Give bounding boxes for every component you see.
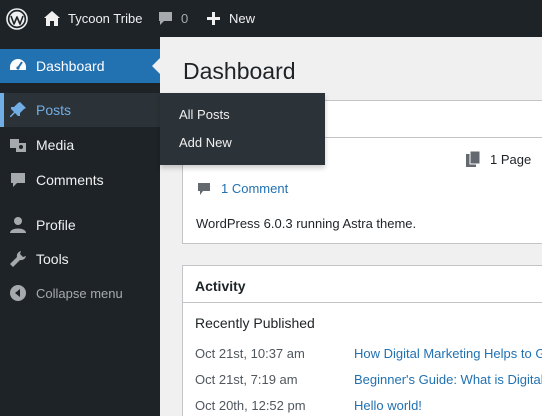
post-title-link[interactable]: How Digital Marketing Helps to G [354,346,542,361]
recently-published-heading: Recently Published [195,315,315,331]
admin-sidebar: Dashboard Posts Media Comments Profile T… [0,37,160,416]
wordpress-logo-button[interactable] [6,0,30,37]
sidebar-item-profile[interactable]: Profile [0,208,160,242]
post-title-link[interactable]: Beginner's Guide: What is Digital [354,372,542,387]
admin-bar: Tycoon Tribe 0 New [0,0,542,37]
page-title: Dashboard [183,58,296,84]
plus-icon [207,12,220,25]
comment-bubble-icon [158,11,173,26]
post-title-link[interactable]: Hello world! [354,398,422,413]
wordpress-logo-icon [6,7,28,30]
home-icon [44,11,60,26]
new-content-button[interactable]: New [207,0,255,37]
user-icon [8,216,28,234]
comments-count-label: 1 Comment [221,181,289,196]
media-icon [8,136,28,154]
site-name-link[interactable]: Tycoon Tribe [44,0,142,37]
wrench-icon [8,250,28,268]
publish-date: Oct 21st, 7:19 am [195,372,298,387]
wordpress-version-text: WordPress 6.0.3 running Astra theme. [196,216,417,231]
sidebar-item-label: Tools [36,251,69,267]
new-label: New [229,11,256,26]
collapse-icon [8,285,28,301]
pages-icon [466,151,480,167]
sidebar-item-tools[interactable]: Tools [0,242,160,276]
publish-date: Oct 20th, 12:52 pm [195,398,306,413]
activity-widget: Activity Recently Published Oct 21st, 10… [182,265,542,416]
pages-count-link[interactable]: 1 Page [466,151,531,167]
sidebar-item-label: Posts [36,102,72,118]
comment-icon [8,171,28,189]
sidebar-item-label: Comments [36,172,104,188]
dashboard-icon [8,57,28,75]
widget-header-divider [183,302,542,303]
submenu-all-posts[interactable]: All Posts [179,107,230,122]
list-item: Oct 21st, 7:19 am Beginner's Guide: What… [195,372,542,390]
comment-icon [197,182,211,196]
sidebar-item-label: Dashboard [36,58,105,74]
sidebar-item-label: Collapse menu [36,285,123,301]
submenu-add-new[interactable]: Add New [179,135,232,150]
comments-count: 0 [181,11,189,26]
activity-title: Activity [195,278,246,294]
sidebar-item-dashboard[interactable]: Dashboard [0,49,160,83]
pages-count-label: 1 Page [490,151,532,167]
list-item: Oct 20th, 12:52 pm Hello world! [195,398,542,416]
list-item: Oct 21st, 10:37 am How Digital Marketing… [195,346,542,364]
publish-date: Oct 21st, 10:37 am [195,346,305,361]
pin-icon [8,101,28,119]
comments-count-link[interactable]: 1 Comment [197,181,288,196]
comments-link[interactable]: 0 [158,0,188,37]
posts-flyout-menu: All Posts Add New [160,93,325,165]
sidebar-item-media[interactable]: Media [0,128,160,162]
collapse-menu-button[interactable]: Collapse menu [0,276,160,310]
sidebar-item-label: Media [36,137,75,153]
site-name-label: Tycoon Tribe [68,11,143,26]
sidebar-item-comments[interactable]: Comments [0,163,160,197]
sidebar-item-label: Profile [36,217,76,233]
sidebar-item-posts[interactable]: Posts [0,93,160,127]
